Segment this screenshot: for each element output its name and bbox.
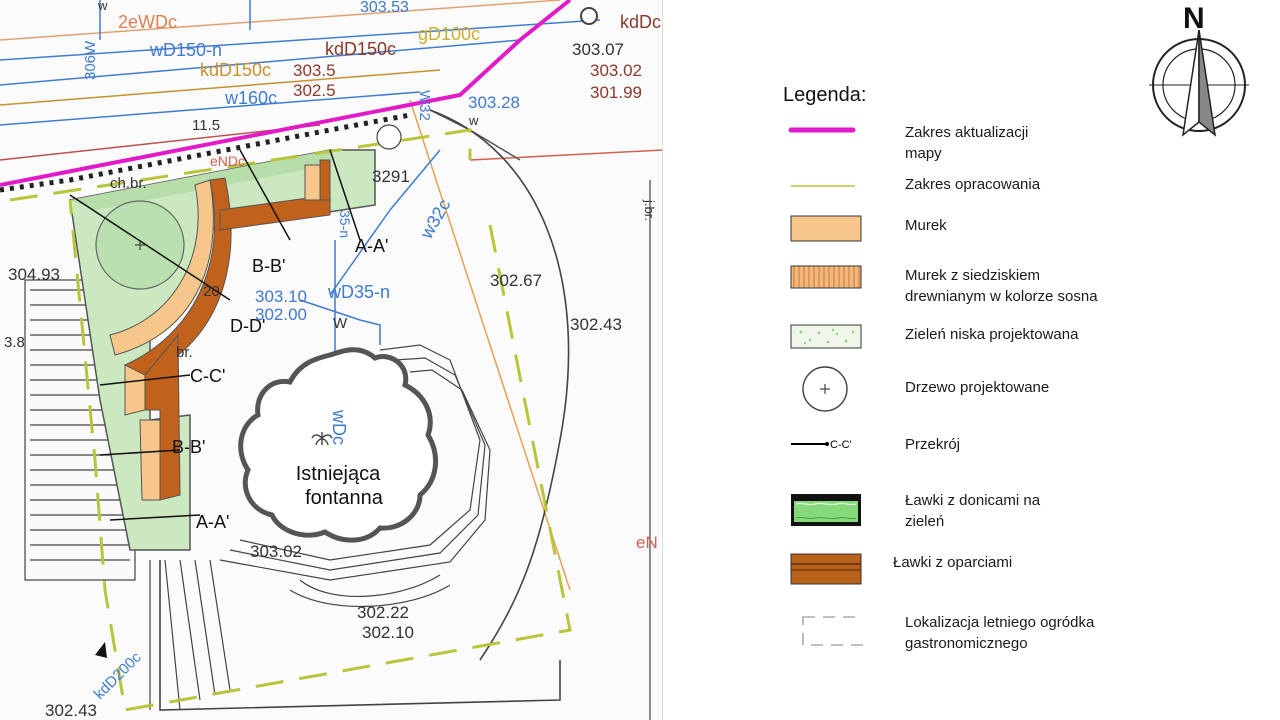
dashed-rect-icon bbox=[802, 616, 863, 646]
utility-label: 35-n bbox=[337, 210, 353, 238]
utility-label: w bbox=[468, 113, 479, 128]
legend-label: Murek bbox=[905, 217, 947, 234]
legend-item-study-scope: Zakres opracowania bbox=[783, 174, 1223, 198]
legend-title: Legenda: bbox=[783, 84, 867, 106]
utility-label: ch.br. bbox=[110, 175, 147, 192]
path-outline bbox=[159, 560, 561, 711]
legend-label: Murek z siedziskiem drewnianym w kolorze… bbox=[905, 267, 1098, 305]
legend-label: Lokalizacja letniego ogródka gastronomic… bbox=[905, 614, 1095, 652]
utility-label: kdD150c bbox=[325, 39, 396, 59]
section-label-aa-bottom: A-A' bbox=[196, 512, 229, 532]
utility-label: w160c bbox=[224, 88, 277, 108]
utility-label: wDc bbox=[329, 409, 349, 445]
utility-label: kdD200c bbox=[91, 649, 145, 703]
murek-hatched-swatch-icon bbox=[790, 265, 862, 289]
olive-line-icon bbox=[791, 185, 855, 187]
utility-label: w bbox=[97, 0, 108, 13]
utility-label: br. bbox=[176, 344, 193, 361]
elevation-label: 303.02 bbox=[590, 61, 642, 80]
valve-icon bbox=[580, 7, 598, 25]
elevation-label: 302.43 bbox=[570, 315, 622, 334]
utility-label: gD100c bbox=[418, 24, 480, 44]
utility-label: 303.53 bbox=[360, 0, 409, 16]
utility-label: wD150-n bbox=[149, 40, 222, 60]
legend-item-tree: Drzewo projektowane bbox=[783, 366, 1223, 414]
elevation-label: 302.10 bbox=[362, 623, 414, 642]
utility-label: 2eWDc bbox=[118, 12, 177, 32]
elevation-label: 302.00 bbox=[255, 305, 307, 324]
elevation-label: 302.67 bbox=[490, 271, 542, 290]
utility-label: eNDc bbox=[210, 153, 245, 169]
lower-stairs bbox=[149, 559, 231, 711]
legend-item-garden: Lokalizacja letniego ogródka gastronomic… bbox=[783, 612, 1223, 656]
legend-panel: N Legenda: Zakres aktualizacji mapy Zakr… bbox=[663, 0, 1280, 720]
fountain-label-line-1: Istniejąca bbox=[296, 463, 381, 485]
map-drawing: A-A' B-B' D-D' C-C' B-B' A-A' Istniejąca… bbox=[0, 0, 663, 720]
murek-top bbox=[304, 164, 321, 201]
murek-lower bbox=[139, 419, 161, 501]
elevation-label: 302.43 bbox=[45, 701, 97, 720]
elevation-label: 303.28 bbox=[468, 93, 520, 112]
bench-planter-icon bbox=[791, 494, 861, 526]
legend-item-murek: Murek bbox=[783, 215, 1223, 243]
section-label-aa-top: A-A' bbox=[355, 236, 388, 256]
legend-label: Zieleń niska projektowana bbox=[905, 326, 1079, 343]
utility-label: kdDc bbox=[620, 12, 661, 32]
legend-label: Ławki z donicami na zieleń bbox=[905, 492, 1041, 530]
tree-circle-icon bbox=[802, 366, 848, 412]
green-dots-swatch-icon bbox=[790, 324, 862, 349]
elevation-label: 302.22 bbox=[357, 603, 409, 622]
section-label-bb-mid: B-B' bbox=[172, 437, 205, 457]
legend-label: Zakres opracowania bbox=[905, 176, 1041, 193]
legend-label: Zakres aktualizacji mapy bbox=[905, 124, 1029, 162]
utility-label: j.br. bbox=[642, 199, 657, 221]
utility-line bbox=[409, 99, 571, 591]
dimension-label: 11.5 bbox=[192, 117, 220, 134]
section-label-cc: C-C' bbox=[190, 366, 225, 386]
legend-label: Przekrój bbox=[905, 436, 961, 453]
legend-item-murek-seat: Murek z siedziskiem drewnianym w kolorze… bbox=[783, 265, 1223, 309]
utility-label: eN bbox=[636, 533, 658, 552]
elevation-label: 303.02 bbox=[250, 542, 302, 561]
legend-item-low-greenery: Zieleń niska projektowana bbox=[783, 324, 1223, 350]
arrow-marker bbox=[95, 642, 107, 658]
section-label-bb-top: B-B' bbox=[252, 256, 285, 276]
bench-top-end bbox=[319, 159, 331, 201]
legend-item-bench-planter: Ławki z donicami na zieleń bbox=[783, 490, 1223, 534]
section-symbol-label: C-C' bbox=[830, 439, 852, 451]
elevation-label: 301.99 bbox=[590, 83, 642, 102]
lawn-outline bbox=[429, 109, 570, 661]
elevation-label: 304.93 bbox=[8, 265, 60, 284]
elevation-label: 303.5 bbox=[293, 61, 336, 80]
elevation-label: 303.07 bbox=[572, 40, 624, 59]
legend-item-section: C-C' Przekrój bbox=[783, 434, 1223, 458]
utility-label: 306W bbox=[82, 40, 99, 80]
utility-label: wD35-n bbox=[327, 282, 390, 302]
murek-swatch-icon bbox=[790, 215, 862, 242]
utility-label: W32 bbox=[416, 90, 433, 121]
elevation-label: 302.5 bbox=[293, 81, 336, 100]
hydrant-icon bbox=[376, 124, 402, 150]
legend-label: Ławki z oparciami bbox=[893, 554, 1013, 571]
elevation-label: 303.10 bbox=[255, 287, 307, 306]
section-line-icon: C-C' bbox=[791, 439, 852, 451]
legend-item-update-boundary: Zakres aktualizacji mapy bbox=[783, 122, 1223, 166]
utility-label: 3291 bbox=[372, 167, 410, 186]
site-plan-map: A-A' B-B' D-D' C-C' B-B' A-A' Istniejąca… bbox=[0, 0, 663, 720]
fountain-label-line-2: fontanna bbox=[305, 487, 384, 509]
legend-label: Drzewo projektowane bbox=[905, 379, 1050, 396]
bench-backrest-icon bbox=[790, 553, 862, 585]
dimension-label: 3.8 bbox=[4, 334, 25, 351]
legend-item-bench-backrest: Ławki z oparciami bbox=[783, 552, 1223, 586]
dimension-label: 20 bbox=[203, 283, 220, 300]
magenta-line-icon bbox=[788, 127, 856, 133]
utility-label: kdD150c bbox=[200, 60, 271, 80]
utility-label: W bbox=[333, 315, 348, 332]
